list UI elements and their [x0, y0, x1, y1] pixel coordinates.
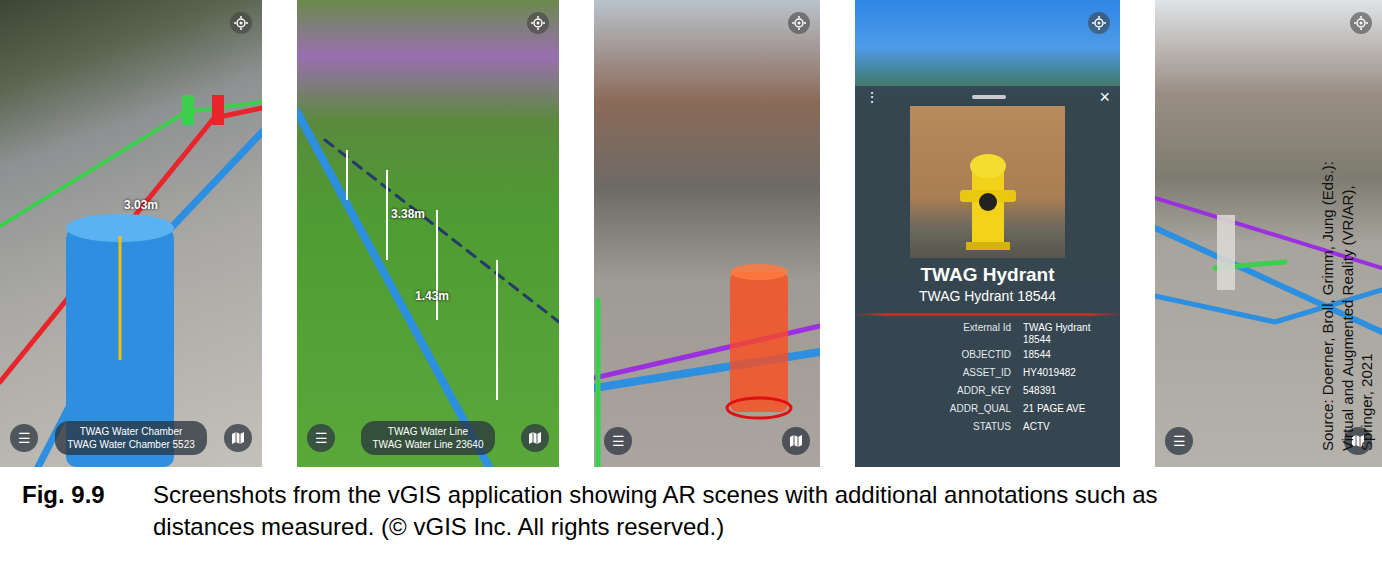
- source-line: Source: Doerner, Broll, Grimm, Jung (Eds…: [1318, 161, 1338, 451]
- asset-type: TWAG Water Chamber: [80, 425, 183, 438]
- pipe-line[interactable]: [596, 300, 601, 467]
- pipe-line[interactable]: [38, 132, 262, 467]
- source-line: Springer, 2021: [1357, 161, 1377, 451]
- crosshair-icon: [234, 16, 248, 30]
- pipe-line[interactable]: [297, 112, 489, 467]
- locate-button[interactable]: [230, 12, 252, 34]
- crosshair-icon: [1092, 16, 1106, 30]
- menu-button[interactable]: ☰: [10, 424, 38, 452]
- map-icon: [528, 431, 542, 445]
- asset-label[interactable]: TWAG Water ChamberTWAG Water Chamber 552…: [55, 421, 207, 455]
- hydrant-icon: [958, 144, 1018, 254]
- close-button[interactable]: ×: [1099, 88, 1110, 106]
- bottom-bar: ☰ TWAG Water ChamberTWAG Water Chamber 55…: [10, 421, 252, 455]
- figure-number: Fig. 9.9: [22, 479, 153, 511]
- map-button[interactable]: [521, 424, 549, 452]
- attribute-row: STATUS ACTV: [855, 421, 1120, 437]
- crosshair-icon: [531, 16, 545, 30]
- attribute-value: ACTV: [1023, 421, 1114, 437]
- measure-sticks: [347, 150, 497, 400]
- asset-name: TWAG Water Line 23640: [373, 438, 484, 451]
- distance-label: 3.38m: [391, 207, 425, 221]
- hydrant-model[interactable]: [727, 264, 791, 418]
- camera-photo: [297, 0, 559, 467]
- bottom-bar: ☰ TWAG Water LineTWAG Water Line 23640: [307, 421, 549, 455]
- figure: 3.03m ☰ TWAG Water ChamberTWAG Water Chamb…: [0, 0, 1382, 567]
- map-button[interactable]: [224, 424, 252, 452]
- attribute-label: External Id: [861, 322, 1011, 347]
- water-chamber-model[interactable]: [66, 95, 224, 467]
- ar-pipes: [0, 0, 262, 467]
- ar-screenshot: ⋮×TWAG HydrantTWAG Hydrant 18544External…: [855, 0, 1120, 467]
- attribute-label: ADDR_QUAL: [861, 403, 1011, 419]
- figure-caption: Fig. 9.9Screenshots from the vGIS applic…: [0, 467, 1382, 543]
- bottom-bar: ☰: [604, 427, 810, 455]
- ar-screenshot: ☰: [594, 0, 820, 467]
- ar-screenshot: 3.38m 1.43m ☰ TWAG Water LineTWAG Water Lin…: [297, 0, 559, 467]
- distance-label: 3.03m: [124, 198, 158, 212]
- attribute-row: ASSET_ID HY4019482: [855, 367, 1120, 383]
- asset-type: TWAG Water Line: [388, 425, 468, 438]
- ar-screenshot: 3.03m ☰ TWAG Water ChamberTWAG Water Chamb…: [0, 0, 262, 467]
- pipe-line[interactable]: [325, 140, 559, 322]
- attribute-label: ADDR_KEY: [861, 385, 1011, 401]
- attribute-row: OBJECTID 18544: [855, 349, 1120, 365]
- crosshair-icon: [792, 16, 806, 30]
- attribute-row: ADDR_QUAL 21 PAGE AVE: [855, 403, 1120, 419]
- attribute-row: ADDR_KEY 548391: [855, 385, 1120, 401]
- more-button[interactable]: ⋮: [865, 89, 879, 105]
- attribute-row: External Id TWAG Hydrant 18544: [855, 322, 1120, 347]
- attribute-label: STATUS: [861, 421, 1011, 437]
- locate-button[interactable]: [788, 12, 810, 34]
- asset-photo: [910, 106, 1065, 258]
- attribute-label: ASSET_ID: [861, 367, 1011, 383]
- info-card: ⋮×TWAG HydrantTWAG Hydrant 18544External…: [855, 86, 1120, 467]
- asset-subtitle: TWAG Hydrant 18544: [919, 287, 1056, 305]
- menu-button[interactable]: ☰: [604, 427, 632, 455]
- menu-button[interactable]: ☰: [1165, 427, 1193, 455]
- ar-pipes: [297, 0, 559, 467]
- locate-button[interactable]: [527, 12, 549, 34]
- map-icon: [231, 431, 245, 445]
- drag-handle[interactable]: [972, 95, 1006, 99]
- attribute-value: HY4019482: [1023, 367, 1114, 383]
- attribute-value: 18544: [1023, 349, 1114, 365]
- asset-name: TWAG Water Chamber 5523: [67, 438, 195, 451]
- distance-label: 1.43m: [415, 289, 449, 303]
- asset-title: TWAG Hydrant: [920, 264, 1054, 287]
- map-icon: [789, 434, 803, 448]
- card-header: ⋮×: [855, 86, 1120, 106]
- attribute-value: 548391: [1023, 385, 1114, 401]
- source-note: Source: Doerner, Broll, Grimm, Jung (Eds…: [1318, 161, 1377, 451]
- crosshair-icon: [1354, 16, 1368, 30]
- valve-post[interactable]: [1217, 215, 1235, 290]
- map-button[interactable]: [782, 427, 810, 455]
- asset-label[interactable]: TWAG Water LineTWAG Water Line 23640: [361, 421, 496, 455]
- caption-text: Screenshots from the vGIS application sh…: [153, 479, 1173, 543]
- attribute-value: 21 PAGE AVE: [1023, 403, 1114, 419]
- screenshot-strip: 3.03m ☰ TWAG Water ChamberTWAG Water Chamb…: [0, 0, 1382, 467]
- divider: [855, 313, 1120, 316]
- ar-pipes: [594, 0, 820, 467]
- attribute-label: OBJECTID: [861, 349, 1011, 365]
- locate-button[interactable]: [1350, 12, 1372, 34]
- source-line: Virtual and Augmented Reality (VR/AR),: [1337, 161, 1357, 451]
- menu-button[interactable]: ☰: [307, 424, 335, 452]
- attribute-value: TWAG Hydrant 18544: [1023, 322, 1114, 347]
- attribute-table: External Id TWAG Hydrant 18544 OBJECTID 185…: [855, 322, 1120, 437]
- locate-button[interactable]: [1088, 12, 1110, 34]
